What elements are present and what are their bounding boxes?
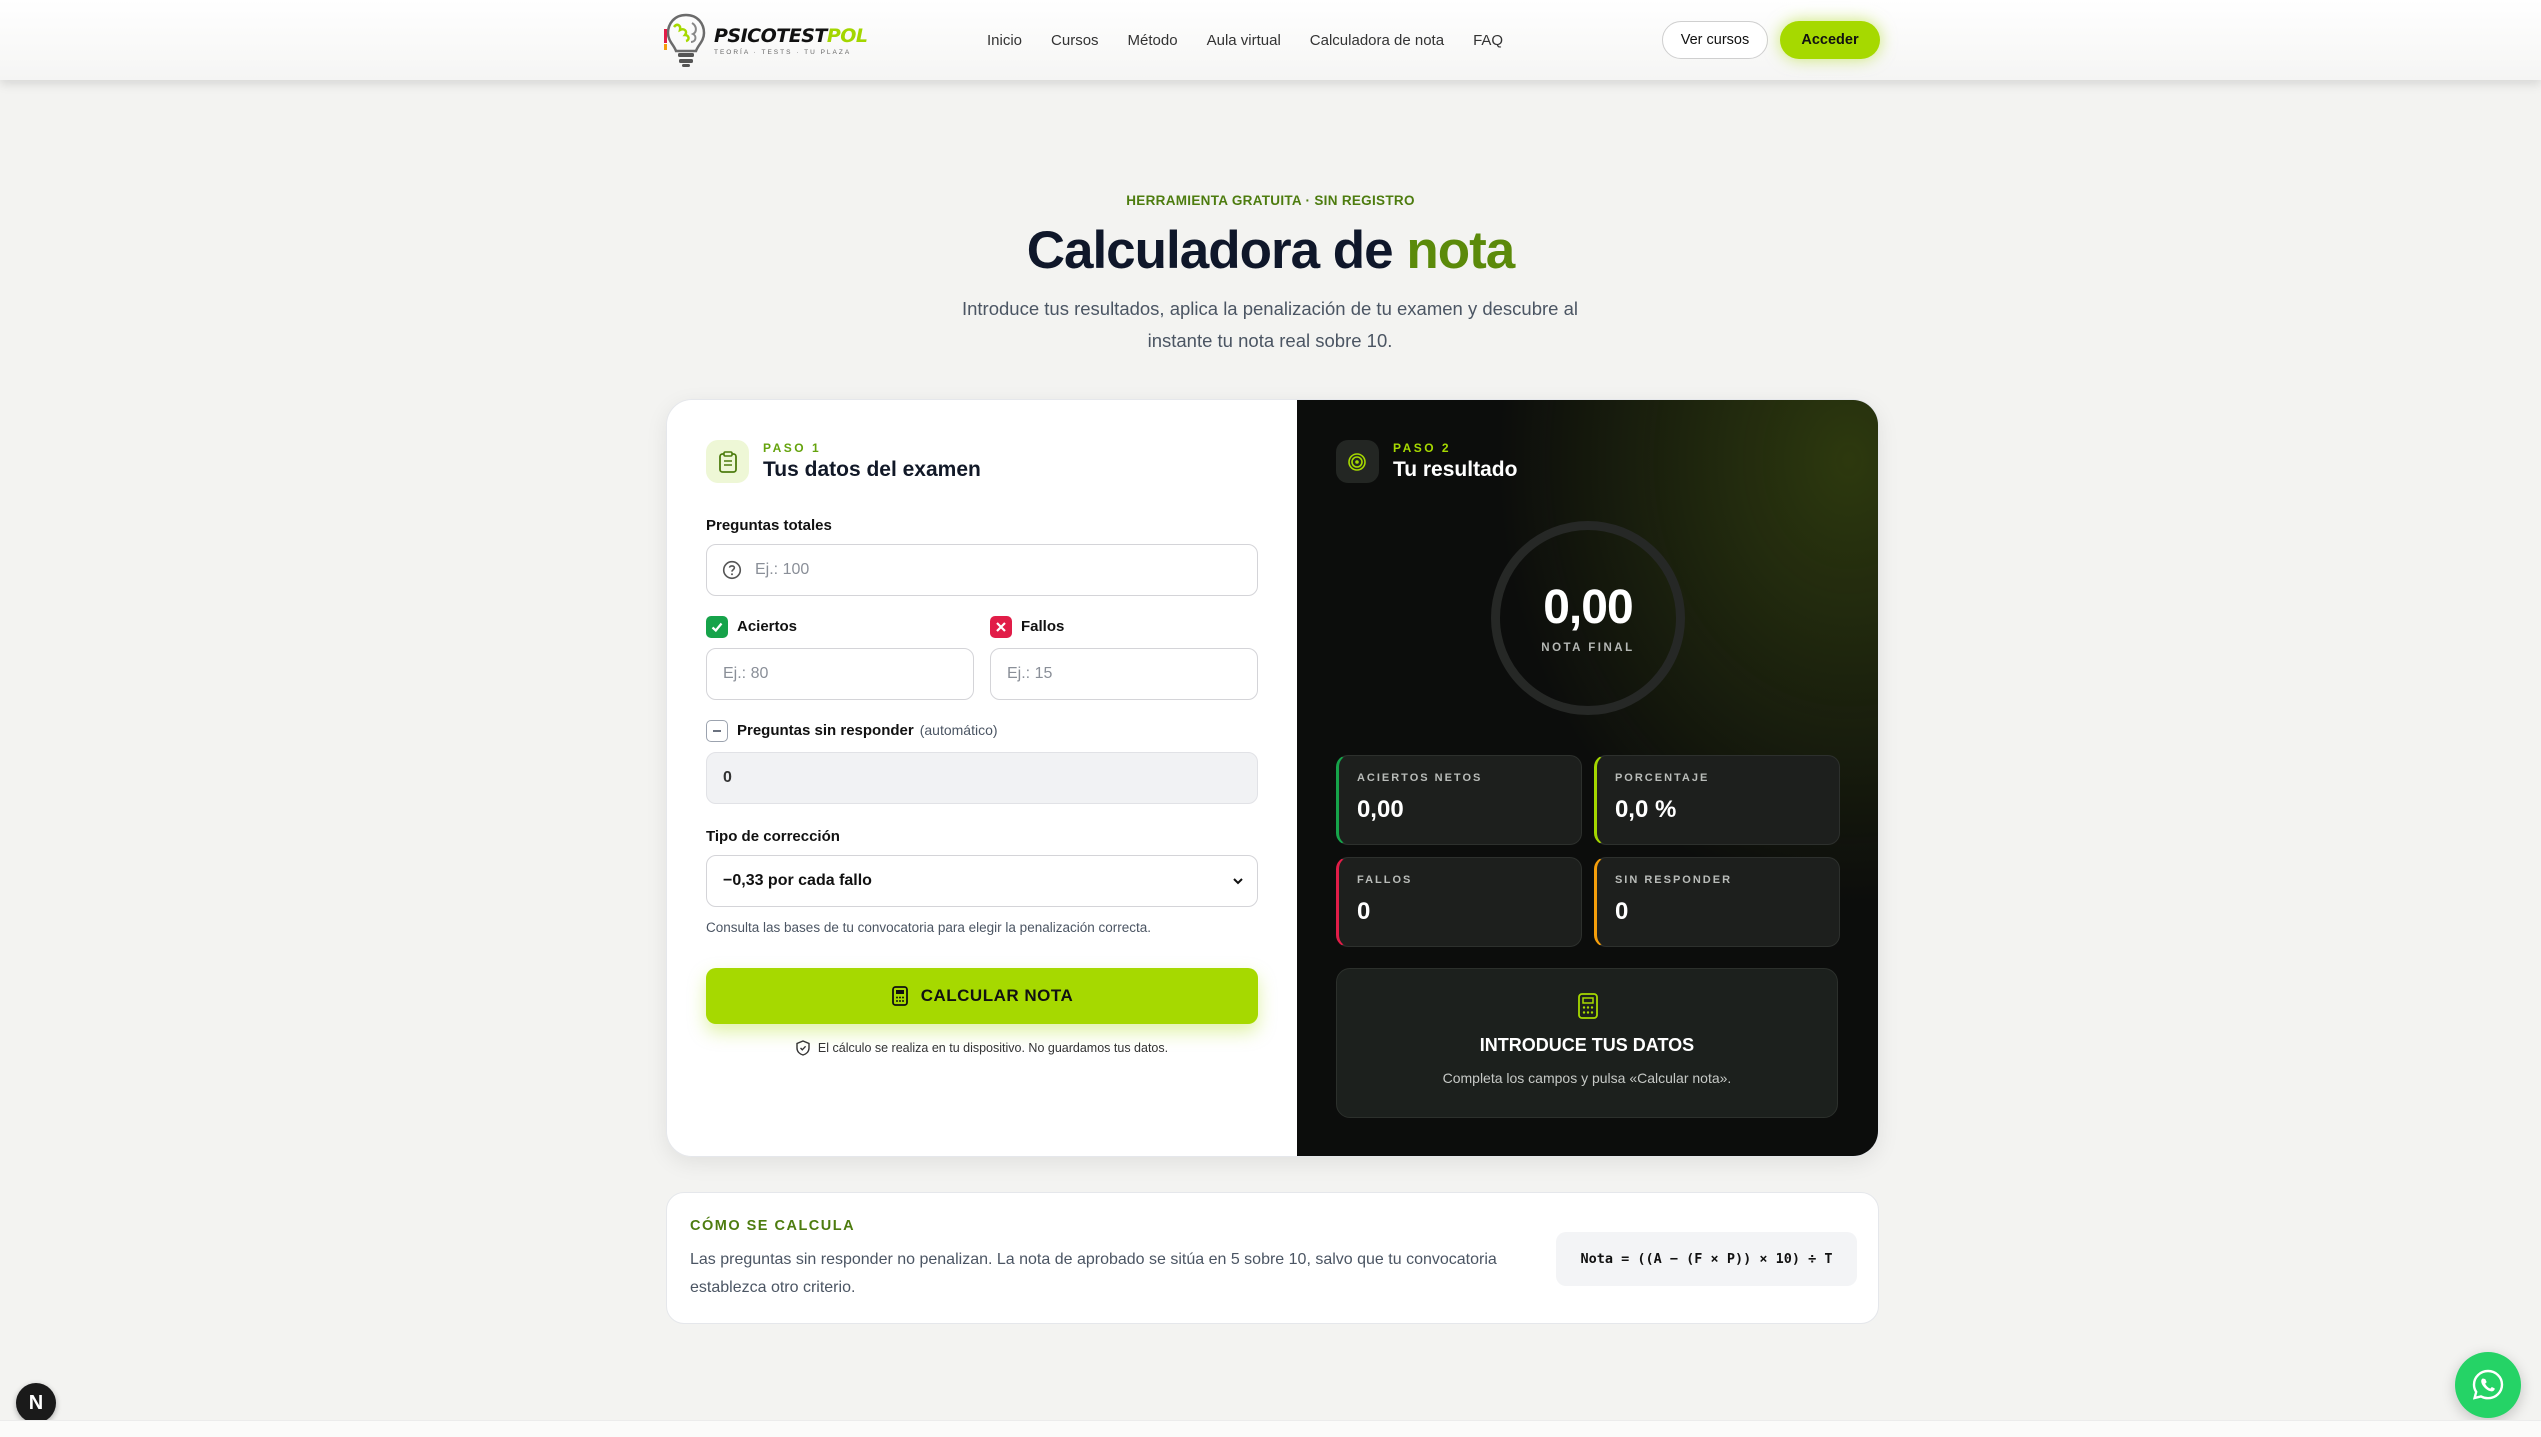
- title-main: Calculadora de: [1026, 221, 1394, 280]
- stat-label: FALLOS: [1356, 874, 1413, 886]
- nextjs-badge[interactable]: N: [16, 1383, 56, 1423]
- shield-check-icon: [796, 1040, 810, 1056]
- stat-value: 0: [1356, 898, 1371, 925]
- unanswered-label: Preguntas sin responder (automático): [737, 722, 998, 739]
- chevron-down-icon: [1233, 878, 1243, 885]
- stat-label: PORCENTAJE: [1614, 772, 1710, 784]
- ver-cursos-button[interactable]: Ver cursos: [1662, 21, 1768, 59]
- x-mark-icon: [990, 616, 1012, 638]
- whatsapp-icon: [2472, 1369, 2504, 1400]
- nav-link-inicio[interactable]: Inicio: [987, 32, 1022, 49]
- acceder-button[interactable]: Acceder: [1780, 21, 1880, 59]
- step-1-label: PASO 1: [763, 441, 822, 455]
- aciertos-input[interactable]: [706, 648, 974, 700]
- title-accent: nota: [1406, 221, 1515, 280]
- footer-edge: [0, 1420, 2541, 1437]
- stat-value: 0,0 %: [1614, 796, 1677, 823]
- main-menu: Inicio Cursos Método Aula virtual Calcul…: [987, 0, 1532, 80]
- exam-data-panel: PASO 1 Tus datos del examen Preguntas to…: [667, 400, 1297, 1156]
- privacy-note: El cálculo se realiza en tu dispositivo.…: [706, 1040, 1258, 1056]
- nav-link-faq[interactable]: FAQ: [1473, 32, 1503, 49]
- calculator-card: PASO 1 Tus datos del examen Preguntas to…: [666, 399, 1879, 1157]
- how-it-works-box: CÓMO SE CALCULA Las preguntas sin respon…: [666, 1192, 1879, 1324]
- final-score: 0,00: [1543, 581, 1633, 634]
- page-title: Calculadora de nota: [0, 220, 2541, 281]
- stat-aciertos-netos: ACIERTOS NETOS 0,00: [1335, 755, 1582, 845]
- score-ring: 0,00 NOTA FINAL: [1490, 521, 1685, 715]
- clipboard-icon: [706, 440, 749, 483]
- result-placeholder-box: INTRODUCE TUS DATOS Completa los campos …: [1335, 968, 1838, 1118]
- unanswered-readonly-field: 0: [706, 752, 1258, 804]
- formula-box: Nota = ((A − (F × P)) × 10) ÷ T: [1556, 1232, 1857, 1286]
- fallos-label: Fallos: [1021, 618, 1065, 635]
- final-score-label: NOTA FINAL: [1541, 642, 1635, 654]
- how-text: Las preguntas sin responder no penalizan…: [690, 1251, 1497, 1296]
- correction-help-text: Consulta las bases de tu convocatoria pa…: [706, 920, 1152, 935]
- nav-link-calculadora[interactable]: Calculadora de nota: [1310, 32, 1444, 49]
- stat-value: 0: [1614, 898, 1629, 925]
- nav-link-cursos[interactable]: Cursos: [1051, 32, 1099, 49]
- stat-porcentaje: PORCENTAJE 0,0 %: [1593, 755, 1840, 845]
- check-icon: [706, 616, 728, 638]
- nav-link-aula-virtual[interactable]: Aula virtual: [1207, 32, 1281, 49]
- correction-type-select[interactable]: −0,33 por cada fallo: [706, 855, 1258, 907]
- hero-eyebrow: HERRAMIENTA GRATUITA · SIN REGISTRO: [1126, 193, 1415, 208]
- calculate-button[interactable]: CALCULAR NOTA: [706, 968, 1258, 1024]
- brand-main: PSICOTEST: [714, 24, 827, 47]
- unanswered-auto-note: (automático): [919, 722, 998, 738]
- brand-tagline: TEORÍA · TESTS · TU PLAZA: [714, 48, 852, 56]
- nav-link-metodo[interactable]: Método: [1128, 32, 1178, 49]
- correction-type-label: Tipo de corrección: [706, 828, 840, 845]
- result-panel: PASO 2 Tu resultado 0,00 NOTA FINAL ACIE…: [1296, 400, 1878, 1156]
- target-icon: [1335, 440, 1379, 483]
- privacy-text: El cálculo se realiza en tu dispositivo.…: [817, 1041, 1169, 1055]
- form-title: Tus datos del examen: [763, 458, 981, 481]
- question-circle-icon: [722, 560, 742, 580]
- calculator-icon: [1578, 993, 1598, 1019]
- placeholder-title: INTRODUCE TUS DATOS: [1479, 1035, 1695, 1055]
- unanswered-label-text: Preguntas sin responder: [737, 722, 914, 739]
- brand-accent: POL: [826, 24, 868, 47]
- stat-value: 0,00: [1356, 796, 1404, 823]
- stat-sin-responder: SIN RESPONDER 0: [1593, 857, 1840, 947]
- result-title: Tu resultado: [1392, 458, 1518, 481]
- aciertos-label: Aciertos: [737, 618, 798, 635]
- calculate-button-label: CALCULAR NOTA: [920, 986, 1074, 1005]
- fallos-input[interactable]: [990, 648, 1258, 700]
- how-heading: CÓMO SE CALCULA: [690, 1218, 856, 1234]
- stat-label: SIN RESPONDER: [1614, 874, 1733, 886]
- logo[interactable]: PSICOTESTPOL TEORÍA · TESTS · TU PLAZA: [664, 10, 868, 70]
- minus-icon: [706, 720, 728, 742]
- brain-bulb-logo-icon: [664, 13, 706, 67]
- calculator-icon: [891, 986, 908, 1006]
- top-nav: PSICOTESTPOL TEORÍA · TESTS · TU PLAZA I…: [0, 0, 2541, 80]
- total-questions-input[interactable]: [706, 544, 1258, 596]
- stat-fallos: FALLOS 0: [1335, 857, 1582, 947]
- correction-type-value: −0,33 por cada fallo: [723, 872, 872, 889]
- stat-label: ACIERTOS NETOS: [1356, 772, 1483, 784]
- hero-subtitle: Introduce tus resultados, aplica la pena…: [961, 298, 1578, 351]
- placeholder-description: Completa los campos y pulsa «Calcular no…: [1442, 1070, 1732, 1086]
- whatsapp-button[interactable]: [2455, 1352, 2521, 1418]
- step-2-label: PASO 2: [1392, 441, 1452, 455]
- total-questions-label: Preguntas totales: [706, 517, 832, 534]
- brand-wordmark: PSICOTESTPOL TEORÍA · TESTS · TU PLAZA: [714, 25, 868, 56]
